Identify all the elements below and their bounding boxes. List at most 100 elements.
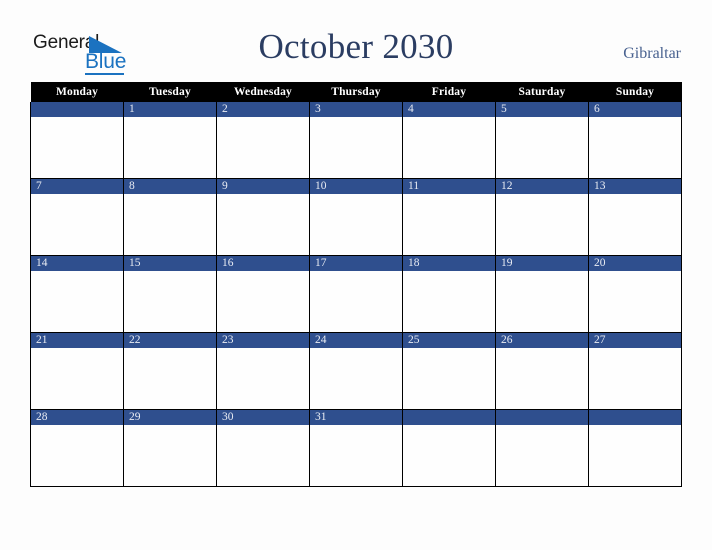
day-notes-area[interactable] (31, 425, 123, 486)
calendar-day-cell[interactable]: 17 (309, 255, 403, 333)
day-number: 28 (31, 410, 123, 425)
day-notes-area[interactable] (589, 348, 681, 409)
calendar-day-cell[interactable]: 10 (309, 178, 403, 256)
calendar-day-cell[interactable]: 12 (495, 178, 589, 256)
day-number: 26 (496, 333, 588, 348)
day-notes-area[interactable] (124, 348, 216, 409)
day-number: 27 (589, 333, 681, 348)
day-notes-area[interactable] (403, 194, 495, 255)
day-number (496, 410, 588, 425)
calendar-week-row: 1 2 3 4 5 6 (30, 102, 682, 179)
weekday-header-wednesday: Wednesday (216, 82, 310, 102)
day-number: 21 (31, 333, 123, 348)
day-notes-area[interactable] (496, 117, 588, 178)
day-notes-area[interactable] (217, 271, 309, 332)
day-notes-area[interactable] (589, 117, 681, 178)
day-number: 19 (496, 256, 588, 271)
day-notes-area[interactable] (31, 117, 123, 178)
day-notes-area[interactable] (496, 194, 588, 255)
day-notes-area[interactable] (124, 271, 216, 332)
day-notes-area[interactable] (217, 194, 309, 255)
calendar-day-cell[interactable]: 7 (30, 178, 124, 256)
calendar-day-cell[interactable]: 16 (216, 255, 310, 333)
day-number: 23 (217, 333, 309, 348)
calendar-day-cell[interactable] (588, 409, 682, 487)
calendar-day-cell[interactable]: 20 (588, 255, 682, 333)
day-notes-area[interactable] (310, 117, 402, 178)
calendar-day-cell[interactable]: 5 (495, 102, 589, 179)
calendar-day-cell[interactable] (402, 409, 496, 487)
day-notes-area[interactable] (496, 271, 588, 332)
calendar-day-cell[interactable]: 14 (30, 255, 124, 333)
calendar-day-cell[interactable]: 8 (123, 178, 217, 256)
calendar-page: General Blue October 2030 Gibraltar Mond… (0, 0, 712, 550)
day-number: 3 (310, 102, 402, 117)
day-notes-area[interactable] (310, 194, 402, 255)
day-number: 18 (403, 256, 495, 271)
day-notes-area[interactable] (403, 117, 495, 178)
day-notes-area[interactable] (310, 271, 402, 332)
calendar-day-cell[interactable]: 29 (123, 409, 217, 487)
calendar-day-cell[interactable]: 13 (588, 178, 682, 256)
calendar-day-cell[interactable] (30, 102, 124, 179)
calendar-day-cell[interactable]: 28 (30, 409, 124, 487)
calendar-day-cell[interactable]: 27 (588, 332, 682, 410)
day-number: 10 (310, 179, 402, 194)
day-notes-area[interactable] (217, 348, 309, 409)
calendar-day-cell[interactable]: 4 (402, 102, 496, 179)
day-notes-area[interactable] (589, 194, 681, 255)
day-number: 4 (403, 102, 495, 117)
day-notes-area[interactable] (31, 194, 123, 255)
calendar-day-cell[interactable]: 9 (216, 178, 310, 256)
calendar-day-cell[interactable]: 11 (402, 178, 496, 256)
calendar-day-cell[interactable]: 24 (309, 332, 403, 410)
day-number: 25 (403, 333, 495, 348)
day-number: 8 (124, 179, 216, 194)
calendar-day-cell[interactable]: 23 (216, 332, 310, 410)
calendar-day-cell[interactable]: 1 (123, 102, 217, 179)
day-notes-area[interactable] (31, 271, 123, 332)
calendar-day-cell[interactable] (495, 409, 589, 487)
day-notes-area[interactable] (496, 425, 588, 486)
day-number (403, 410, 495, 425)
day-number (589, 410, 681, 425)
day-number: 12 (496, 179, 588, 194)
calendar-day-cell[interactable]: 26 (495, 332, 589, 410)
calendar-day-cell[interactable]: 21 (30, 332, 124, 410)
weekday-header-row: Monday Tuesday Wednesday Thursday Friday… (30, 82, 682, 102)
day-notes-area[interactable] (403, 348, 495, 409)
calendar-day-cell[interactable]: 6 (588, 102, 682, 179)
day-number: 16 (217, 256, 309, 271)
day-notes-area[interactable] (310, 425, 402, 486)
day-notes-area[interactable] (124, 425, 216, 486)
weekday-header-friday: Friday (402, 82, 496, 102)
calendar-day-cell[interactable]: 19 (495, 255, 589, 333)
day-notes-area[interactable] (31, 348, 123, 409)
weekday-header-monday: Monday (30, 82, 124, 102)
calendar-day-cell[interactable]: 2 (216, 102, 310, 179)
day-notes-area[interactable] (310, 348, 402, 409)
day-notes-area[interactable] (124, 194, 216, 255)
day-number: 30 (217, 410, 309, 425)
day-notes-area[interactable] (217, 425, 309, 486)
calendar-day-cell[interactable]: 18 (402, 255, 496, 333)
calendar-day-cell[interactable]: 22 (123, 332, 217, 410)
day-notes-area[interactable] (496, 348, 588, 409)
calendar-day-cell[interactable]: 30 (216, 409, 310, 487)
day-notes-area[interactable] (403, 425, 495, 486)
calendar-day-cell[interactable]: 15 (123, 255, 217, 333)
day-notes-area[interactable] (217, 117, 309, 178)
day-notes-area[interactable] (403, 271, 495, 332)
day-notes-area[interactable] (124, 117, 216, 178)
calendar-week-row: 28 29 30 31 (30, 409, 682, 487)
weekday-header-thursday: Thursday (309, 82, 403, 102)
calendar-week-row: 21 22 23 24 25 26 27 (30, 332, 682, 410)
calendar-day-cell[interactable]: 3 (309, 102, 403, 179)
calendar-day-cell[interactable]: 25 (402, 332, 496, 410)
day-notes-area[interactable] (589, 425, 681, 486)
day-number: 22 (124, 333, 216, 348)
day-notes-area[interactable] (589, 271, 681, 332)
day-number: 9 (217, 179, 309, 194)
calendar-day-cell[interactable]: 31 (309, 409, 403, 487)
day-number: 20 (589, 256, 681, 271)
